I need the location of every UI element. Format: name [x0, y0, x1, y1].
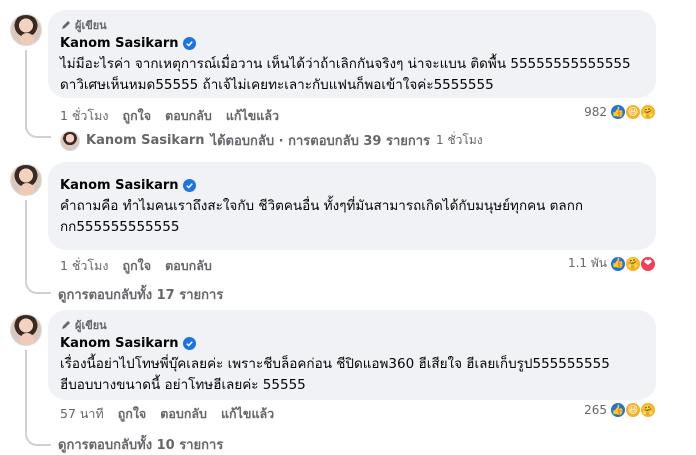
care-icon: 🤗 [640, 402, 656, 418]
reply-summary: ได้ตอบกลับ · การตอบกลับ 39 รายการ [210, 134, 431, 149]
comment-time[interactable]: 1 ชั่วโมง [60, 106, 109, 126]
reaction-count: 1.1 พัน [567, 256, 607, 270]
verified-icon [182, 336, 196, 350]
verified-icon [182, 178, 196, 192]
author-badge: ผู้เขียน [60, 18, 644, 32]
like-button[interactable]: ถูกใจ [118, 404, 147, 424]
like-button[interactable]: ถูกใจ [123, 106, 152, 126]
reply-time: 1 ชั่วโมง [436, 133, 483, 147]
edited-label[interactable]: แก้ไขแล้ว [221, 404, 274, 424]
comment-actions: 1 ชั่วโมง ถูกใจ ตอบกลับ [60, 256, 212, 276]
haha-icon: 😆 [625, 402, 641, 418]
comment-text: ไม่มีอะไรค่า จากเหตุการณ์เมื่อวาน เห็นได… [60, 56, 631, 93]
commenter-name[interactable]: Kanom Sasikarn [60, 336, 179, 351]
reply-preview[interactable]: Kanom Sasikarn ได้ตอบกลับ · การตอบกลับ 3… [60, 130, 483, 151]
author-badge: ผู้เขียน [60, 318, 644, 332]
comment-bubble: ผู้เขียน Kanom Sasikarn ไม่มีอะไรค่า จาก… [48, 10, 656, 98]
like-icon: 👍 [610, 402, 626, 418]
avatar[interactable] [10, 314, 42, 346]
reaction-count: 265 [584, 403, 607, 417]
reply-author: Kanom Sasikarn [86, 133, 205, 148]
pen-icon [62, 21, 70, 29]
reply-button[interactable]: ตอบกลับ [165, 106, 212, 126]
reply-button[interactable]: ตอบกลับ [165, 256, 212, 276]
verified-icon [182, 36, 196, 50]
reaction-count: 982 [584, 105, 607, 119]
edited-label[interactable]: แก้ไขแล้ว [226, 106, 279, 126]
reaction-summary[interactable]: 265 👍 😆 🤗 [584, 402, 656, 418]
like-icon: 👍 [610, 104, 626, 120]
haha-icon: 😆 [625, 104, 641, 120]
comment-actions: 1 ชั่วโมง ถูกใจ ตอบกลับ แก้ไขแล้ว [60, 106, 279, 126]
like-icon: 👍 [610, 255, 626, 272]
comment-text: คำถามคือ ทำไมคนเราถึงสะใจกับ ชีวิตคนอื่น… [60, 198, 584, 235]
view-replies-link[interactable]: ดูการตอบกลับทั้ง 10 รายการ [58, 434, 223, 455]
comment-text: เรื่องนี้อย่าไปโทษพี่บุ๊คเลยค่ะ เพราะชีบ… [60, 356, 610, 393]
avatar[interactable] [10, 14, 42, 46]
commenter-name[interactable]: Kanom Sasikarn [60, 36, 179, 51]
view-replies-link[interactable]: ดูการตอบกลับทั้ง 17 รายการ [58, 284, 223, 305]
comment-actions: 57 นาที ถูกใจ ตอบกลับ แก้ไขแล้ว [60, 404, 274, 424]
comment-bubble: Kanom Sasikarn คำถามคือ ทำไมคนเราถึงสะใจ… [48, 162, 656, 250]
reply-button[interactable]: ตอบกลับ [160, 404, 207, 424]
pen-icon [62, 321, 70, 329]
love-icon: ❤ [640, 255, 656, 272]
comment-bubble: ผู้เขียน Kanom Sasikarn เรื่องนี้อย่าไปโ… [48, 310, 656, 400]
author-badge-label: ผู้เขียน [75, 319, 107, 332]
reaction-summary[interactable]: 982 👍 😆 🤗 [584, 104, 656, 120]
avatar [60, 130, 80, 151]
care-icon: 🤗 [640, 104, 656, 120]
comment-time[interactable]: 1 ชั่วโมง [60, 256, 109, 276]
reaction-summary[interactable]: 1.1 พัน 👍 🤗 ❤ [568, 254, 656, 273]
care-icon: 🤗 [625, 255, 641, 272]
like-button[interactable]: ถูกใจ [123, 256, 152, 276]
commenter-name[interactable]: Kanom Sasikarn [60, 178, 179, 193]
avatar[interactable] [10, 164, 42, 196]
comment-time[interactable]: 57 นาที [60, 404, 104, 424]
author-badge-label: ผู้เขียน [75, 19, 107, 32]
